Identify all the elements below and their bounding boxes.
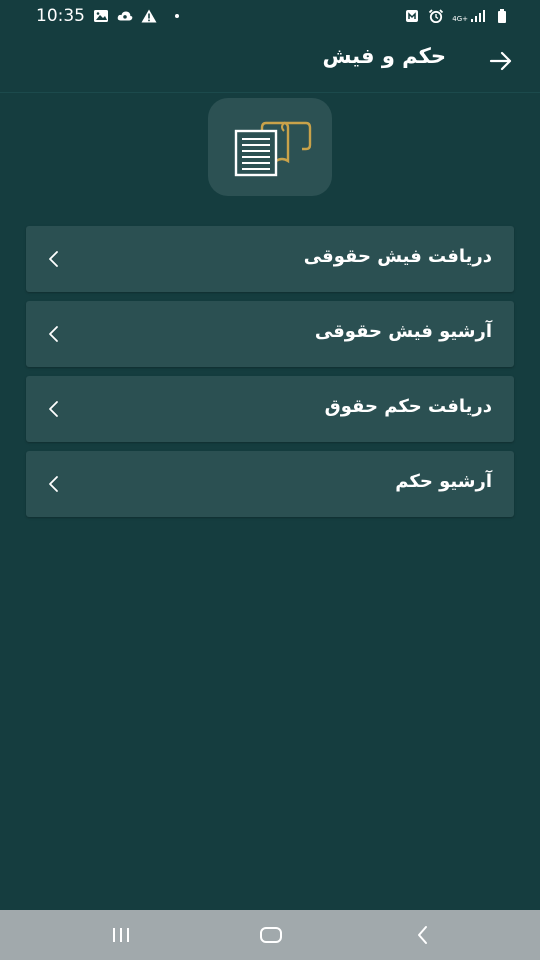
recent-apps-icon [113, 928, 129, 942]
status-time: 10:35 [36, 6, 85, 26]
screen: 10:35 4G+ حکم و فیش دریافت فیش حقوقی آرش… [0, 0, 540, 960]
alarm-icon [429, 9, 444, 23]
chevron-left-icon [49, 476, 58, 492]
cloud-icon [117, 11, 133, 21]
chevron-left-icon [49, 251, 58, 267]
menu-item-label: آرشیو حکم [395, 471, 492, 492]
warning-icon [141, 9, 157, 23]
battery-icon [498, 9, 506, 23]
menu-item-label: دریافت فیش حقوقی [303, 246, 492, 267]
status-left: 10:35 [36, 6, 179, 26]
page-title: حکم و فیش [322, 44, 447, 68]
app-header: حکم و فیش [0, 32, 540, 90]
documents-icon [234, 121, 312, 177]
gallery-icon [94, 10, 108, 22]
app-icon-tile [208, 98, 332, 196]
network-type-label: 4G+ [452, 15, 468, 23]
menu-list: دریافت فیش حقوقی آرشیو فیش حقوقی دریافت … [26, 226, 514, 526]
home-button[interactable] [254, 922, 288, 948]
header-divider [0, 92, 540, 93]
back-chevron-icon [418, 926, 427, 944]
menu-item-label: دریافت حکم حقوق [324, 396, 492, 417]
status-right: 4G+ [404, 9, 510, 23]
home-icon [260, 927, 282, 943]
menu-item-receive-payslip[interactable]: دریافت فیش حقوقی [26, 226, 514, 292]
notification-dot-icon [175, 14, 179, 18]
chevron-left-icon [49, 326, 58, 342]
recent-apps-button[interactable] [104, 922, 138, 948]
status-bar: 10:35 4G+ [0, 0, 540, 32]
menu-item-payslip-archive[interactable]: آرشیو فیش حقوقی [26, 301, 514, 367]
back-button[interactable] [486, 46, 516, 76]
menu-item-label: آرشیو فیش حقوقی [314, 321, 492, 342]
menu-item-decree-archive[interactable]: آرشیو حکم [26, 451, 514, 517]
chevron-left-icon [49, 401, 58, 417]
arrow-right-icon [489, 51, 512, 71]
system-nav-bar [0, 910, 540, 960]
nfc-icon [406, 10, 419, 22]
menu-item-receive-salary-decree[interactable]: دریافت حکم حقوق [26, 376, 514, 442]
system-back-button[interactable] [406, 922, 440, 948]
signal-icon [471, 10, 485, 22]
